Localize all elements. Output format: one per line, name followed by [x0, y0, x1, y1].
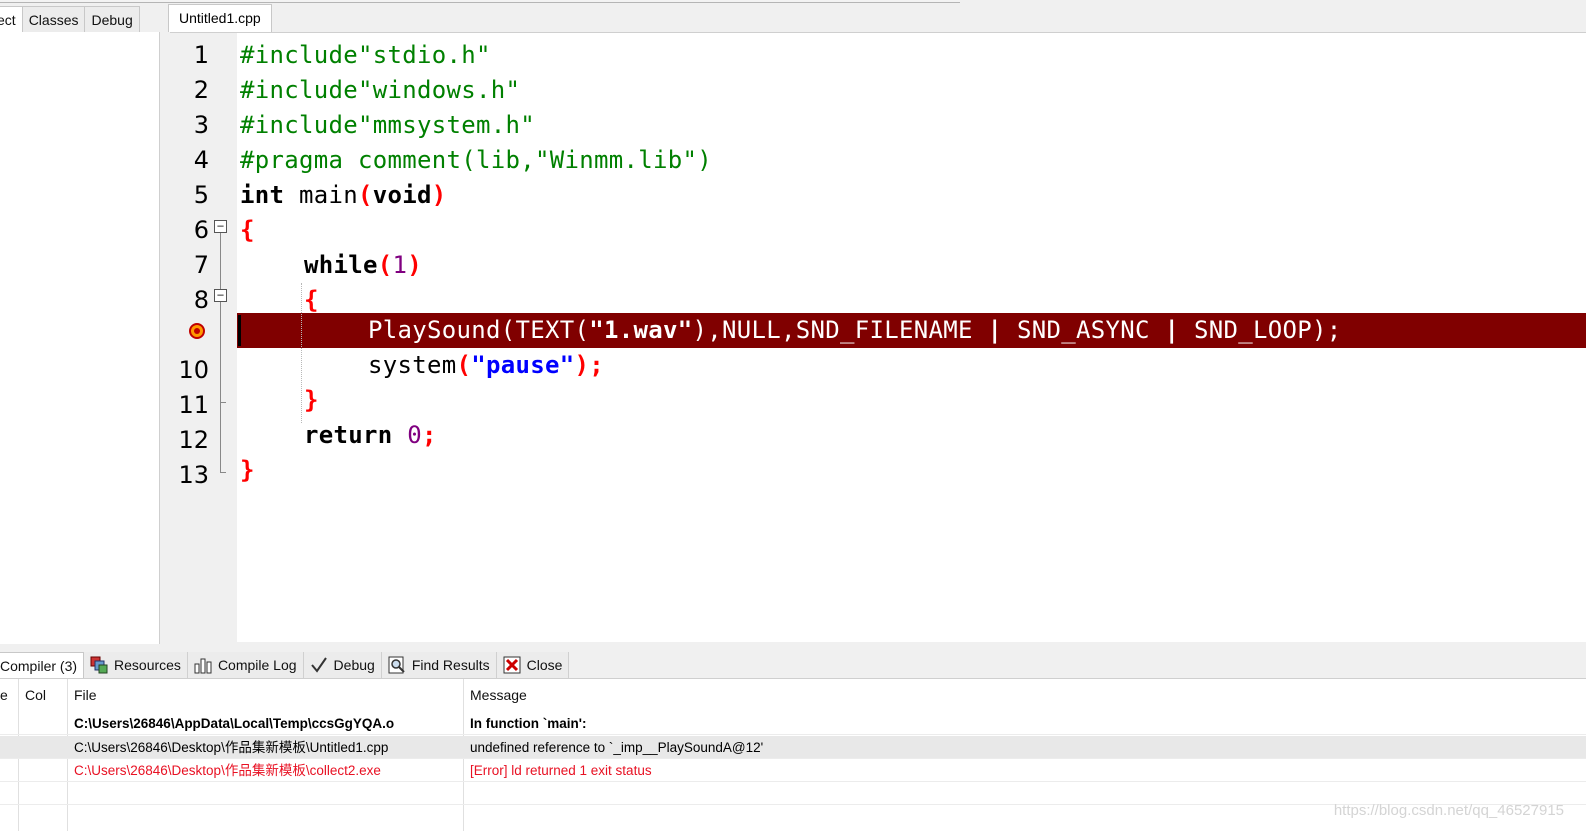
resources-icon: [90, 656, 108, 674]
code-line-12[interactable]: return 0;: [304, 418, 437, 453]
row-message: [Error] ld returned 1 exit status: [470, 763, 652, 778]
row-file: C:\Users\26846\Desktop\作品集新模板\Untitled1.…: [74, 740, 389, 755]
tab-debug-label: Debug: [333, 657, 375, 673]
fold-guide-line: [220, 233, 221, 289]
table-row[interactable]: C:\Users\26846\Desktop\作品集新模板\collect2.e…: [0, 759, 1586, 782]
compiler-results-table[interactable]: e Col File Message C:\Users\26846\AppDat…: [0, 678, 1586, 831]
project-browser-panel[interactable]: [0, 32, 160, 644]
tab-classes[interactable]: Classes: [21, 6, 86, 32]
tab-debug[interactable]: Debug: [303, 652, 382, 678]
text-caret: [238, 315, 241, 346]
row-file: C:\Users\26846\Desktop\作品集新模板\collect2.e…: [74, 763, 381, 778]
row-file: C:\Users\26846\AppData\Local\Temp\ccsGgY…: [74, 716, 395, 731]
tab-compiler-label: Compiler (3): [0, 657, 78, 674]
bottom-panel-tabs: Compiler (3) Resources Compile Log Debug…: [0, 652, 570, 678]
breakpoint-icon[interactable]: [189, 323, 205, 339]
tab-close[interactable]: Close: [496, 652, 570, 678]
code-editor[interactable]: 1 2 3 4 5 6 7 8 10 11 12 13 − − #include…: [170, 32, 1586, 643]
code-line-7[interactable]: while(1): [304, 248, 422, 283]
editor-tabs: Untitled1.cpp: [168, 4, 272, 32]
table-row[interactable]: C:\Users\26846\Desktop\作品集新模板\Untitled1.…: [0, 736, 1586, 759]
tab-compile-log[interactable]: Compile Log: [187, 652, 304, 678]
tab-compiler[interactable]: Compiler (3): [0, 652, 85, 678]
column-header-file[interactable]: File: [74, 679, 97, 711]
left-panel-tabs: ect Classes Debug: [0, 6, 140, 32]
line-number: 5: [193, 181, 209, 209]
top-strip: [0, 0, 960, 3]
line-number: 3: [193, 111, 209, 139]
line-number: 1: [193, 41, 209, 69]
tab-untitled1-cpp[interactable]: Untitled1.cpp: [168, 4, 272, 32]
fold-guide-line: [220, 402, 221, 472]
tab-debug-left[interactable]: Debug: [84, 6, 140, 32]
indent-guide: [301, 283, 302, 423]
code-line-2[interactable]: #include"windows.h": [240, 73, 520, 108]
line-number: 10: [178, 356, 209, 384]
line-number: 7: [193, 251, 209, 279]
line-number: 2: [193, 76, 209, 104]
code-line-5[interactable]: int main(void): [240, 178, 447, 213]
compile-log-icon: [194, 656, 212, 674]
column-header-message[interactable]: Message: [470, 679, 527, 711]
line-number: 6: [193, 216, 209, 244]
line-number: 8: [193, 286, 209, 314]
column-header-col[interactable]: Col: [25, 679, 46, 711]
tab-find-results[interactable]: Find Results: [381, 652, 497, 678]
tab-compile-log-label: Compile Log: [217, 657, 297, 673]
line-number: 12: [178, 426, 209, 454]
fold-collapse-icon[interactable]: −: [214, 220, 227, 233]
column-header-line[interactable]: e: [0, 679, 8, 711]
row-message: undefined reference to `_imp__PlaySoundA…: [470, 740, 764, 755]
tab-project[interactable]: ect: [0, 6, 23, 32]
code-line-8[interactable]: {: [304, 283, 319, 318]
line-number: 4: [193, 146, 209, 174]
code-line-13[interactable]: }: [240, 453, 255, 488]
code-line-10[interactable]: system("pause");: [368, 348, 604, 383]
fold-end-tick: [220, 472, 226, 473]
watermark-text: https://blog.csdn.net/qq_46527915: [1333, 802, 1564, 819]
tab-resources-label: Resources: [114, 657, 181, 673]
close-icon: [503, 656, 521, 674]
row-message: In function `main':: [470, 716, 587, 731]
debug-check-icon: [310, 656, 328, 674]
code-line-11[interactable]: }: [304, 383, 319, 418]
code-line-1[interactable]: #include"stdio.h": [240, 38, 491, 73]
table-row[interactable]: C:\Users\26846\AppData\Local\Temp\ccsGgY…: [0, 712, 1586, 735]
line-number: 13: [178, 461, 209, 489]
tab-close-label: Close: [526, 657, 563, 673]
line-number: 11: [178, 391, 209, 419]
fold-guide-line: [220, 302, 221, 402]
fold-collapse-icon[interactable]: −: [214, 289, 227, 302]
code-line-9[interactable]: PlaySound(TEXT("1.wav"),NULL,SND_FILENAM…: [368, 313, 1341, 348]
tab-resources[interactable]: Resources: [84, 652, 188, 678]
code-line-4[interactable]: #pragma comment(lib,"Winmm.lib"): [240, 143, 712, 178]
find-results-icon: [388, 656, 406, 674]
code-line-3[interactable]: #include"mmsystem.h": [240, 108, 535, 143]
code-line-6[interactable]: {: [240, 213, 255, 248]
tab-find-results-label: Find Results: [411, 657, 490, 673]
